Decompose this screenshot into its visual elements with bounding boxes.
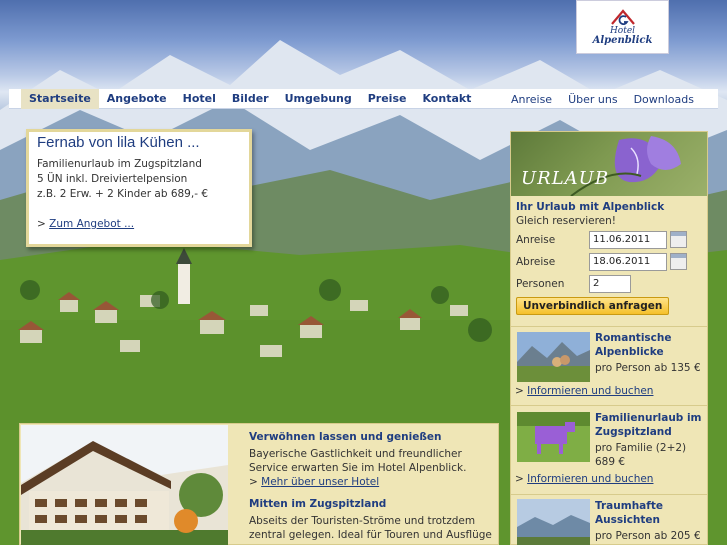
nav-downloads[interactable]: Downloads: [626, 89, 702, 109]
departure-row: Abreise: [516, 251, 702, 272]
nav-kontakt[interactable]: Kontakt: [414, 89, 479, 109]
nav-hotel[interactable]: Hotel: [175, 89, 224, 109]
hotel-building-photo: [21, 425, 228, 545]
offer-teaser-box: Fernab von lila Kühen ... Familienurlaub…: [26, 129, 252, 247]
urlaub-banner-text: URLAUB: [521, 168, 610, 189]
hotel-more-link[interactable]: Mehr über unser Hotel: [261, 476, 379, 488]
persons-input[interactable]: [589, 274, 631, 293]
navigation-bar: Startseite Angebote Hotel Bilder Umgebun…: [9, 89, 718, 109]
offer-link-row: > Zum Angebot ...: [37, 218, 241, 230]
offer-line-3: z.B. 2 Erw. + 2 Kinder ab 689,- €: [37, 188, 209, 200]
nav-umgebung[interactable]: Umgebung: [277, 89, 360, 109]
page: Hotel Alpenblick Startseite Angebote Hot…: [0, 0, 727, 545]
promo-link-row: > Informieren und buchen: [515, 473, 654, 485]
logo-text-alpenblick: Alpenblick: [592, 35, 653, 46]
promo-title[interactable]: Traumhafte Aussichten: [595, 499, 705, 527]
promo-views: Traumhafte Aussichten pro Person ab 205 …: [511, 494, 707, 545]
booking-heading: Ihr Urlaub mit Alpenblick: [516, 201, 665, 213]
urlaub-banner: URLAUB: [511, 132, 707, 196]
nav-preise[interactable]: Preise: [360, 89, 415, 109]
promo-panorama-photo[interactable]: [517, 499, 590, 545]
booking-sidebar: URLAUB Ihr Urlaub mit Alpenblick Gleich …: [510, 131, 708, 545]
intro-paragraph-1: Bayerische Gastlichkeit und freundlicher…: [249, 448, 467, 474]
promo-price: pro Person ab 135 €: [595, 362, 701, 374]
promo-price: pro Familie (2+2) 689 €: [595, 442, 687, 468]
promo-family: Familienurlaub im Zugspitzland pro Famil…: [511, 405, 707, 489]
house-logo-icon: [610, 9, 635, 25]
promo-purple-cow-photo[interactable]: [517, 412, 590, 462]
booking-form: Ihr Urlaub mit Alpenblick Gleich reservi…: [511, 196, 707, 315]
promo-romantic: Romantische Alpenblicke pro Person ab 13…: [511, 326, 707, 404]
intro-text-column: Verwöhnen lassen und genießen Bayerische…: [249, 430, 494, 542]
promo-link[interactable]: Informieren und buchen: [527, 385, 653, 397]
offer-title: Fernab von lila Kühen ...: [37, 134, 200, 151]
intro-heading-2: Mitten im Zugspitzland: [249, 498, 387, 510]
nav-ueber-uns[interactable]: Über uns: [560, 89, 626, 109]
persons-row: Personen: [516, 273, 702, 294]
hotel-logo[interactable]: Hotel Alpenblick: [576, 0, 669, 54]
offer-line-1: Familienurlaub im Zugspitzland: [37, 158, 202, 170]
nav-bilder[interactable]: Bilder: [224, 89, 277, 109]
offer-line-2: 5 ÜN inkl. Dreiviertelpension: [37, 173, 188, 185]
promo-price: pro Person ab 205 €: [595, 530, 701, 542]
intro-heading-1: Verwöhnen lassen und genießen: [249, 431, 442, 443]
promo-link[interactable]: Informieren und buchen: [527, 473, 653, 485]
promo-title[interactable]: Familienurlaub im Zugspitzland: [595, 411, 705, 439]
offer-link[interactable]: Zum Angebot ...: [49, 218, 134, 230]
main-navigation: Startseite Angebote Hotel Bilder Umgebun…: [21, 89, 479, 109]
arrival-label: Anreise: [516, 233, 556, 246]
promo-link-row: > Informieren und buchen: [515, 385, 654, 397]
calendar-icon[interactable]: [670, 231, 687, 248]
promo-title[interactable]: Romantische Alpenblicke: [595, 331, 705, 359]
request-button[interactable]: Unverbindlich anfragen: [516, 297, 670, 315]
departure-label: Abreise: [516, 255, 556, 268]
booking-subheading: Gleich reservieren!: [516, 215, 616, 227]
nav-anreise[interactable]: Anreise: [503, 89, 560, 109]
intro-link-row: > Mehr über unser Hotel: [249, 476, 380, 488]
intro-paragraph-2: Abseits der Touristen-Ströme und trotzde…: [249, 515, 492, 541]
arrival-row: Anreise: [516, 229, 702, 250]
nav-angebote[interactable]: Angebote: [99, 89, 175, 109]
persons-label: Personen: [516, 277, 565, 290]
secondary-navigation: Anreise Über uns Downloads: [503, 89, 702, 109]
calendar-icon[interactable]: [670, 253, 687, 270]
nav-startseite[interactable]: Startseite: [21, 89, 99, 109]
promo-mountain-photo[interactable]: [517, 332, 590, 382]
arrival-date-input[interactable]: [589, 230, 667, 249]
intro-content-box: Verwöhnen lassen und genießen Bayerische…: [19, 423, 499, 545]
link-arrow: >: [37, 218, 46, 230]
departure-date-input[interactable]: [589, 252, 667, 271]
